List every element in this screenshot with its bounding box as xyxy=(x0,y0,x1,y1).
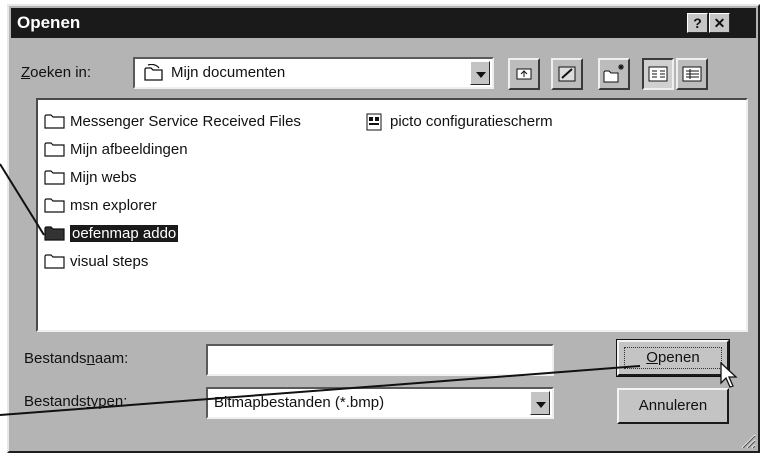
filetype-value: Bitmapbestanden (*.bmp) xyxy=(214,394,385,411)
new-folder-icon xyxy=(603,64,624,83)
window-title: Openen xyxy=(17,13,81,32)
list-item[interactable]: Mijn webs xyxy=(44,166,137,188)
folder-icon xyxy=(44,253,66,269)
lookin-value: Mijn documenten xyxy=(171,64,286,81)
file-name: Messenger Service Received Files xyxy=(70,112,301,130)
open-button[interactable]: Openen xyxy=(616,339,730,377)
filename-input[interactable] xyxy=(206,344,554,376)
size-grip-icon[interactable] xyxy=(738,431,756,449)
lookin-dropdown-button[interactable] xyxy=(470,61,490,85)
desktop-button[interactable] xyxy=(551,58,583,90)
close-button[interactable]: ✕ xyxy=(709,13,730,33)
bitmap-file-icon xyxy=(364,113,386,131)
new-folder-button[interactable] xyxy=(598,58,630,90)
file-name: Mijn webs xyxy=(70,168,137,186)
open-dialog: Openen ? ✕ Zoeken in: Mijn documenten Me… xyxy=(7,4,760,453)
filename-label: Bestandsnaam: xyxy=(24,350,129,367)
up-one-level-button[interactable] xyxy=(508,58,540,90)
file-name: picto configuratiescherm xyxy=(390,112,553,130)
folder-open-icon xyxy=(143,63,165,87)
list-item[interactable]: visual steps xyxy=(44,250,148,272)
file-name: msn explorer xyxy=(70,196,157,214)
desktop-icon xyxy=(558,66,576,82)
filetype-combo[interactable]: Bitmapbestanden (*.bmp) xyxy=(206,387,554,419)
list-item[interactable]: Messenger Service Received Files xyxy=(44,110,301,132)
list-view-icon xyxy=(648,66,668,82)
filetype-dropdown-button[interactable] xyxy=(530,391,550,415)
folder-icon xyxy=(44,197,66,213)
list-item[interactable]: msn explorer xyxy=(44,194,157,216)
details-view-icon xyxy=(682,66,702,82)
list-item[interactable]: picto configuratiescherm xyxy=(364,110,553,132)
file-name: Mijn afbeeldingen xyxy=(70,140,188,158)
folder-icon xyxy=(44,225,66,241)
details-view-button[interactable] xyxy=(676,58,708,90)
help-button[interactable]: ? xyxy=(687,13,708,33)
file-name: visual steps xyxy=(70,252,149,270)
filetype-label: Bestandstypen: xyxy=(24,393,128,410)
list-item[interactable]: Mijn afbeeldingen xyxy=(44,138,188,160)
file-name: oefenmap addo xyxy=(70,224,179,242)
folder-icon xyxy=(44,141,66,157)
lookin-label: Zoeken in: xyxy=(21,64,92,81)
lookin-combo[interactable]: Mijn documenten xyxy=(133,57,494,89)
file-list[interactable]: Messenger Service Received Files Mijn af… xyxy=(36,98,748,332)
mouse-cursor-icon xyxy=(720,362,738,388)
folder-icon xyxy=(44,113,66,129)
title-bar[interactable]: Openen ? ✕ xyxy=(11,8,756,38)
focus-rect xyxy=(624,347,722,369)
up-one-level-icon xyxy=(516,68,532,80)
list-view-button[interactable] xyxy=(642,58,674,90)
folder-icon xyxy=(44,169,66,185)
cancel-button[interactable]: Annuleren xyxy=(617,388,729,424)
list-item-selected[interactable]: oefenmap addo xyxy=(44,222,179,244)
